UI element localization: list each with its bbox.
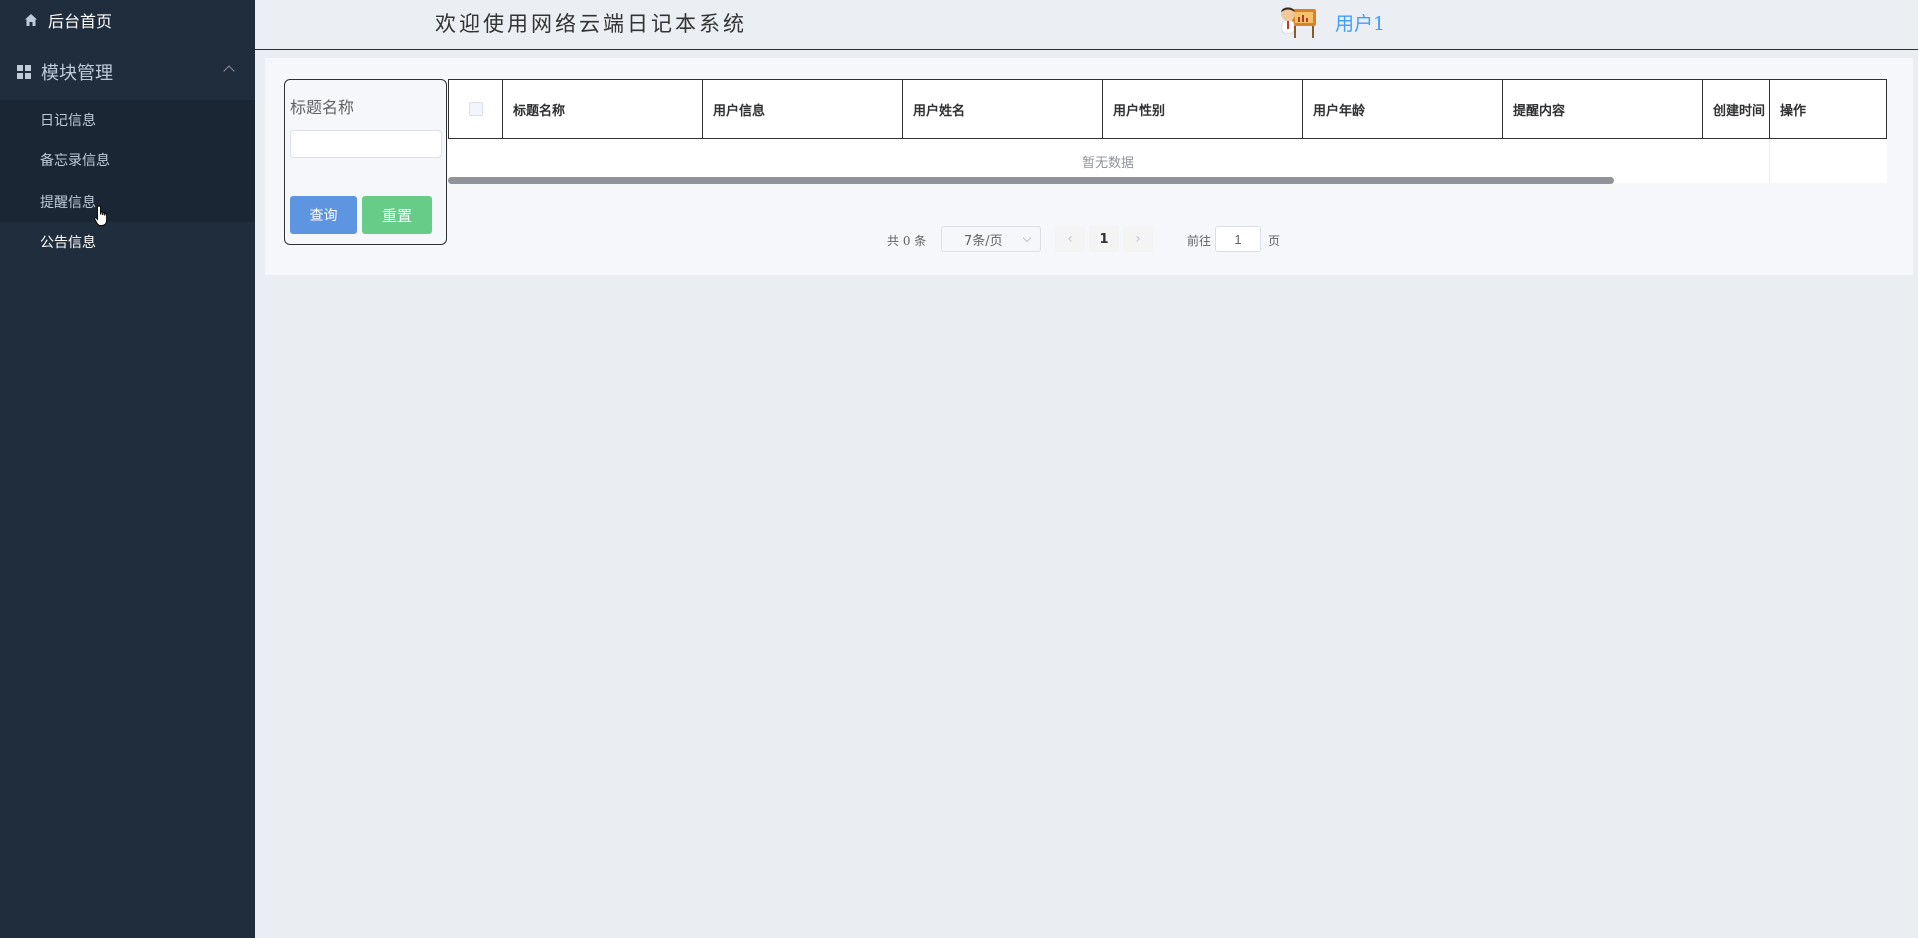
- home-icon: [24, 13, 38, 27]
- goto-page-input[interactable]: [1215, 226, 1261, 252]
- column-header[interactable]: 用户信息: [702, 79, 903, 139]
- data-table: 标题名称 用户信息 用户姓名 用户性别 用户年龄 提醒内容 创建时间 操作 暂无…: [448, 79, 1887, 184]
- select-all-header: [448, 79, 503, 139]
- page-title: 欢迎使用网络云端日记本系统: [435, 12, 747, 36]
- sidebar-item-memo[interactable]: 备忘录信息: [0, 140, 255, 180]
- sidebar-menu-modules-label: 模块管理: [41, 63, 113, 84]
- main-panel: 标题名称 查询 重置 标题名称 用户信息 用户姓名 用户性别 用户年龄 提醒内容…: [265, 58, 1913, 275]
- chevron-down-icon: [1022, 233, 1032, 243]
- reset-button[interactable]: 重置: [362, 196, 432, 234]
- next-page-button[interactable]: ›: [1123, 226, 1153, 252]
- column-header[interactable]: 提醒内容: [1502, 79, 1703, 139]
- sidebar-item-label: 公告信息: [40, 235, 96, 251]
- page-suffix: 页: [1268, 234, 1281, 248]
- sidebar-menu-modules[interactable]: 模块管理: [0, 52, 255, 92]
- search-title-label: 标题名称: [290, 98, 355, 117]
- page-number-current[interactable]: 1: [1089, 226, 1119, 252]
- sidebar-item-label: 备忘录信息: [40, 153, 110, 169]
- sidebar-item-label: 日记信息: [40, 113, 96, 129]
- page-size-select[interactable]: 7条/页: [941, 226, 1041, 252]
- column-header[interactable]: 用户年龄: [1302, 79, 1503, 139]
- grid-icon: [17, 65, 31, 79]
- pagination-total: 共 0 条: [887, 234, 927, 248]
- sidebar-item-home[interactable]: 后台首页: [0, 0, 255, 40]
- search-form: 标题名称 查询 重置: [284, 79, 447, 245]
- sidebar-item-home-label: 后台首页: [48, 12, 113, 31]
- column-header[interactable]: 创建时间: [1702, 79, 1770, 139]
- prev-page-button[interactable]: ‹: [1055, 226, 1085, 252]
- chevron-up-icon: [223, 65, 235, 77]
- sidebar-item-label: 提醒信息: [40, 195, 96, 211]
- title-search-input[interactable]: [290, 130, 442, 158]
- top-header: 欢迎使用网络云端日记本系统 用户1: [255, 0, 1918, 50]
- column-header[interactable]: 用户姓名: [902, 79, 1103, 139]
- chevron-right-icon: ›: [1135, 231, 1141, 247]
- column-header[interactable]: 用户性别: [1102, 79, 1303, 139]
- avatar[interactable]: [1278, 3, 1318, 41]
- sidebar-item-notice[interactable]: 公告信息: [0, 222, 255, 262]
- hand-cursor-icon: [94, 205, 108, 226]
- sidebar-item-reminder[interactable]: 提醒信息: [0, 182, 255, 222]
- chevron-left-icon: ‹: [1067, 231, 1073, 247]
- sidebar-item-diary[interactable]: 日记信息: [0, 100, 255, 140]
- select-all-checkbox[interactable]: [468, 102, 483, 116]
- column-header-actions: 操作: [1769, 79, 1887, 139]
- table-header: 标题名称 用户信息 用户姓名 用户性别 用户年龄 提醒内容 创建时间 操作: [448, 79, 1887, 139]
- sidebar-submenu: 日记信息 备忘录信息 提醒信息: [0, 100, 255, 222]
- fixed-actions-column: [1769, 139, 1887, 183]
- goto-label: 前往: [1187, 234, 1212, 248]
- username-link[interactable]: 用户1: [1335, 9, 1385, 36]
- query-button[interactable]: 查询: [290, 196, 357, 234]
- page-size-value: 7条/页: [964, 233, 1003, 249]
- sidebar: 后台首页 模块管理 日记信息 备忘录信息 提醒信息 公告信息: [0, 0, 255, 938]
- horizontal-scrollbar[interactable]: [448, 177, 1614, 184]
- column-header[interactable]: 标题名称: [502, 79, 703, 139]
